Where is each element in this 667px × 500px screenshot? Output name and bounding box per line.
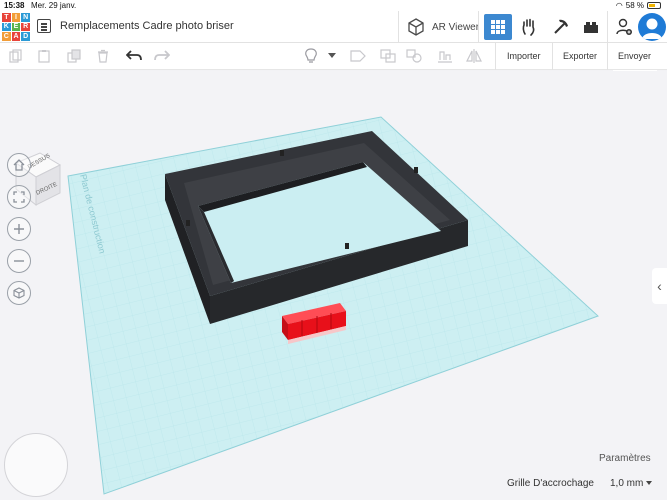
- logo-letter: C: [2, 32, 11, 41]
- zoom-in-button[interactable]: [7, 217, 31, 241]
- design-title[interactable]: Remplacements Cadre photo briser: [60, 20, 234, 32]
- bricks-view-button[interactable]: [547, 14, 575, 40]
- light-button[interactable]: [303, 48, 319, 64]
- user-avatar[interactable]: [638, 13, 666, 41]
- send-to-button[interactable]: Envoyer: [618, 51, 651, 61]
- frame-peg: [280, 150, 284, 156]
- frame-peg: [414, 167, 418, 173]
- user-icon: [642, 18, 662, 39]
- toolbar-divider: [495, 43, 496, 70]
- shape-note-button[interactable]: [350, 48, 366, 64]
- brick-icon: [584, 22, 598, 33]
- minus-icon: [14, 260, 24, 262]
- snap-grid-value: 1,0 mm: [610, 478, 644, 489]
- group-button[interactable]: [380, 48, 396, 64]
- edit-toolbar: Importer Exporter Envoyer: [0, 43, 667, 70]
- export-button[interactable]: Exporter: [563, 51, 597, 61]
- chevron-left-icon: ‹: [657, 278, 662, 294]
- header-divider: [607, 11, 608, 43]
- mirror-button[interactable]: [466, 48, 482, 64]
- toolbar-divider: [552, 43, 553, 70]
- status-date: Mer. 29 janv.: [31, 1, 77, 10]
- undo-icon: [126, 50, 142, 61]
- home-icon: [13, 159, 25, 171]
- logo-letter: N: [21, 13, 30, 22]
- logo-letter: I: [11, 13, 21, 22]
- orbit-joystick[interactable]: [4, 433, 68, 497]
- snap-grid-select[interactable]: 1,0 mm: [610, 478, 653, 489]
- note-icon: [350, 50, 366, 62]
- caret-down-icon: [646, 481, 653, 485]
- shapes-panel-toggle[interactable]: ‹: [652, 268, 667, 304]
- 3d-design-view-button[interactable]: [484, 14, 512, 40]
- undo-button[interactable]: [126, 48, 142, 64]
- align-icon: [438, 51, 452, 63]
- redo-icon: [154, 50, 170, 61]
- battery-percent: 58 %: [625, 1, 644, 10]
- delete-button[interactable]: [95, 48, 111, 64]
- ar-viewer-button[interactable]: AR Viewer: [406, 17, 479, 37]
- logo-letter: E: [11, 22, 21, 32]
- status-time: 15:38: [4, 1, 25, 10]
- ungroup-button[interactable]: [406, 48, 422, 64]
- design-canvas[interactable]: Plan de construction DESSUS DROITE ‹: [0, 71, 667, 500]
- logo-letter: K: [2, 22, 11, 32]
- lego-view-button[interactable]: [577, 14, 605, 40]
- redo-button[interactable]: [154, 48, 170, 64]
- trash-icon: [98, 49, 108, 63]
- 3d-scene: Plan de construction: [67, 116, 599, 495]
- status-bar: 15:38 Mer. 29 janv. ◠ 58 %: [0, 0, 667, 11]
- import-button[interactable]: Importer: [507, 51, 541, 61]
- perspective-button[interactable]: [7, 281, 31, 305]
- zoom-out-button[interactable]: [7, 249, 31, 273]
- toolbar-divider: [607, 43, 608, 70]
- ungroup-icon: [406, 49, 422, 63]
- logo-letter: R: [21, 22, 30, 32]
- snap-grid-label: Grille D'accrochage: [507, 478, 594, 489]
- status-right: ◠ 58 %: [616, 1, 661, 10]
- settings-button[interactable]: Paramètres: [599, 453, 651, 464]
- caret-down-icon: [328, 53, 336, 58]
- lightbulb-icon: [305, 48, 317, 63]
- frame-peg: [345, 243, 349, 249]
- app-header: T I N K E R C A D Remplacements Cadre ph…: [0, 11, 667, 43]
- add-user-button[interactable]: [610, 14, 638, 40]
- logo-letter: A: [11, 32, 21, 41]
- copy-icon: [9, 49, 22, 63]
- fit-view-button[interactable]: [7, 185, 31, 209]
- add-user-icon: [616, 18, 632, 35]
- logo-letter: T: [2, 13, 11, 22]
- tinkercad-logo[interactable]: T I N K E R C A D: [2, 13, 30, 41]
- blocks-view-button[interactable]: [515, 14, 543, 40]
- copy-button[interactable]: [8, 48, 24, 64]
- plus-icon: [14, 224, 24, 234]
- ar-cube-icon: [408, 18, 424, 36]
- paste-button[interactable]: [36, 48, 52, 64]
- duplicate-icon: [67, 49, 81, 63]
- hand-icon: [522, 18, 535, 36]
- align-button[interactable]: [437, 48, 453, 64]
- duplicate-button[interactable]: [66, 48, 82, 64]
- logo-letter: D: [21, 32, 30, 41]
- ar-viewer-label: AR Viewer: [432, 21, 480, 33]
- fit-view-icon: [13, 191, 25, 203]
- header-divider: [398, 11, 399, 43]
- wifi-icon: ◠: [615, 1, 623, 10]
- light-dropdown-button[interactable]: [326, 48, 338, 64]
- home-view-button[interactable]: [7, 153, 31, 177]
- design-list-icon[interactable]: [37, 19, 51, 33]
- paste-icon: [38, 50, 50, 63]
- cube-icon: [13, 287, 25, 299]
- group-icon: [380, 49, 396, 63]
- grid-icon: [491, 20, 505, 34]
- frame-peg: [186, 220, 190, 226]
- header-divider: [478, 11, 479, 43]
- pickaxe-icon: [554, 19, 568, 34]
- mirror-icon: [466, 49, 482, 63]
- battery-icon: [647, 2, 661, 9]
